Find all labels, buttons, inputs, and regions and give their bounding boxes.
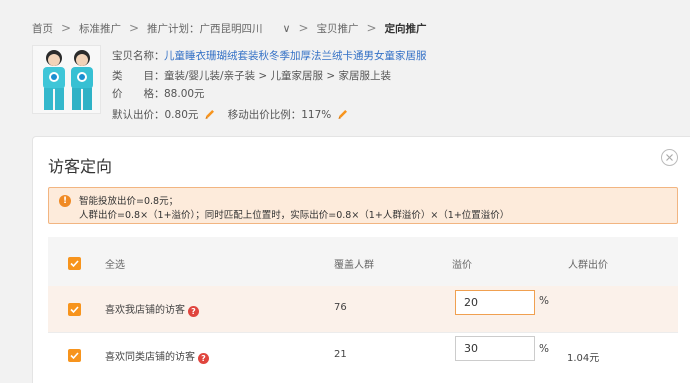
- default-bid-label: 默认出价：: [112, 109, 165, 121]
- product-price-label: 价 格：: [112, 88, 165, 100]
- product-name-link[interactable]: 儿童睡衣珊瑚绒套装秋冬季加厚法兰绒卡通男女童家居服: [164, 50, 427, 62]
- breadcrumb-plan[interactable]: 推广计划：广西昆明四川: [147, 21, 263, 36]
- breadcrumb: 首页 > 标准推广 > 推广计划：广西昆明四川 ∨ > 宝贝推广 > 定向推广: [32, 20, 427, 36]
- help-icon[interactable]: ?: [198, 353, 209, 364]
- header-premium: 溢价: [452, 260, 472, 271]
- bid-row: 默认出价：0.80元 移动出价比例：117%: [112, 107, 357, 122]
- notice-line-2: 人群出价=0.8×（1+溢价）；同时匹配上位置时，实际出价=0.8×（1+人群溢…: [79, 210, 510, 221]
- row-coverage: 21: [334, 349, 347, 360]
- percent-unit: %: [539, 343, 549, 355]
- pencil-icon[interactable]: [337, 108, 349, 120]
- breadcrumb-standard-promotion[interactable]: 标准推广: [79, 21, 121, 36]
- chevron-down-icon[interactable]: ∨: [283, 22, 291, 35]
- help-icon[interactable]: ?: [188, 306, 199, 317]
- percent-unit: %: [539, 295, 549, 307]
- product-thumbnail: [32, 45, 101, 114]
- product-price: 88.00元: [164, 88, 205, 100]
- notice-line-1: 智能投放出价=0.8元；: [79, 196, 179, 207]
- pencil-icon[interactable]: [204, 108, 216, 120]
- mobile-ratio-value: 117%: [301, 109, 332, 121]
- row-checkbox[interactable]: [68, 303, 81, 316]
- chevron-right-icon: >: [298, 21, 309, 35]
- chevron-right-icon: >: [128, 21, 140, 35]
- row-name-cell: 喜欢同类店铺的访客?: [105, 348, 209, 364]
- mobile-ratio-label: 移动出价比例：: [227, 109, 302, 121]
- product-name-label: 宝贝名称：: [112, 50, 165, 62]
- checkmark-icon: [70, 260, 79, 268]
- table-row: 喜欢同类店铺的访客? 21 % 1.04元: [48, 332, 678, 383]
- row-name-cell: 喜欢我店铺的访客?: [105, 301, 199, 317]
- header-select-all: 全选: [105, 260, 125, 271]
- table-row: 喜欢我店铺的访客? 76 %: [48, 286, 678, 332]
- premium-input[interactable]: [455, 336, 535, 361]
- row-name: 喜欢同类店铺的访客: [105, 352, 195, 363]
- product-category-row: 类 目：童装/婴儿装/亲子装 > 儿童家居服 > 家居服上装: [112, 68, 391, 83]
- breadcrumb-home[interactable]: 首页: [32, 21, 53, 36]
- header-crowd-bid: 人群出价: [568, 260, 608, 271]
- row-name: 喜欢我店铺的访客: [105, 305, 185, 316]
- product-category: 童装/婴儿装/亲子装 > 儿童家居服 > 家居服上装: [164, 70, 392, 82]
- row-coverage: 76: [334, 302, 347, 313]
- product-name-row: 宝贝名称：儿童睡衣珊瑚绒套装秋冬季加厚法兰绒卡通男女童家居服: [112, 48, 427, 63]
- breadcrumb-targeting: 定向推广: [384, 22, 427, 35]
- header-coverage: 覆盖人群: [334, 260, 374, 271]
- product-price-row: 价 格：88.00元: [112, 86, 205, 101]
- checkmark-icon: [70, 306, 79, 314]
- checkmark-icon: [70, 352, 79, 360]
- premium-input[interactable]: [455, 290, 535, 315]
- product-category-label: 类 目：: [112, 70, 165, 82]
- dialog-title: 访客定向: [48, 157, 113, 176]
- table-header: 全选 覆盖人群 溢价 人群出价: [48, 237, 678, 288]
- chevron-right-icon: >: [60, 21, 72, 35]
- close-icon[interactable]: [661, 149, 678, 166]
- row-checkbox[interactable]: [68, 349, 81, 362]
- select-all-checkbox[interactable]: [68, 257, 81, 270]
- chevron-right-icon: >: [366, 21, 377, 35]
- row-crowd-bid: 1.04元: [567, 353, 600, 364]
- default-bid-value: 0.80元: [164, 109, 199, 121]
- warning-icon: !: [59, 195, 71, 207]
- bid-formula-notice: ! 智能投放出价=0.8元； 人群出价=0.8×（1+溢价）；同时匹配上位置时，…: [48, 187, 678, 224]
- breadcrumb-item-promotion[interactable]: 宝贝推广: [317, 21, 359, 36]
